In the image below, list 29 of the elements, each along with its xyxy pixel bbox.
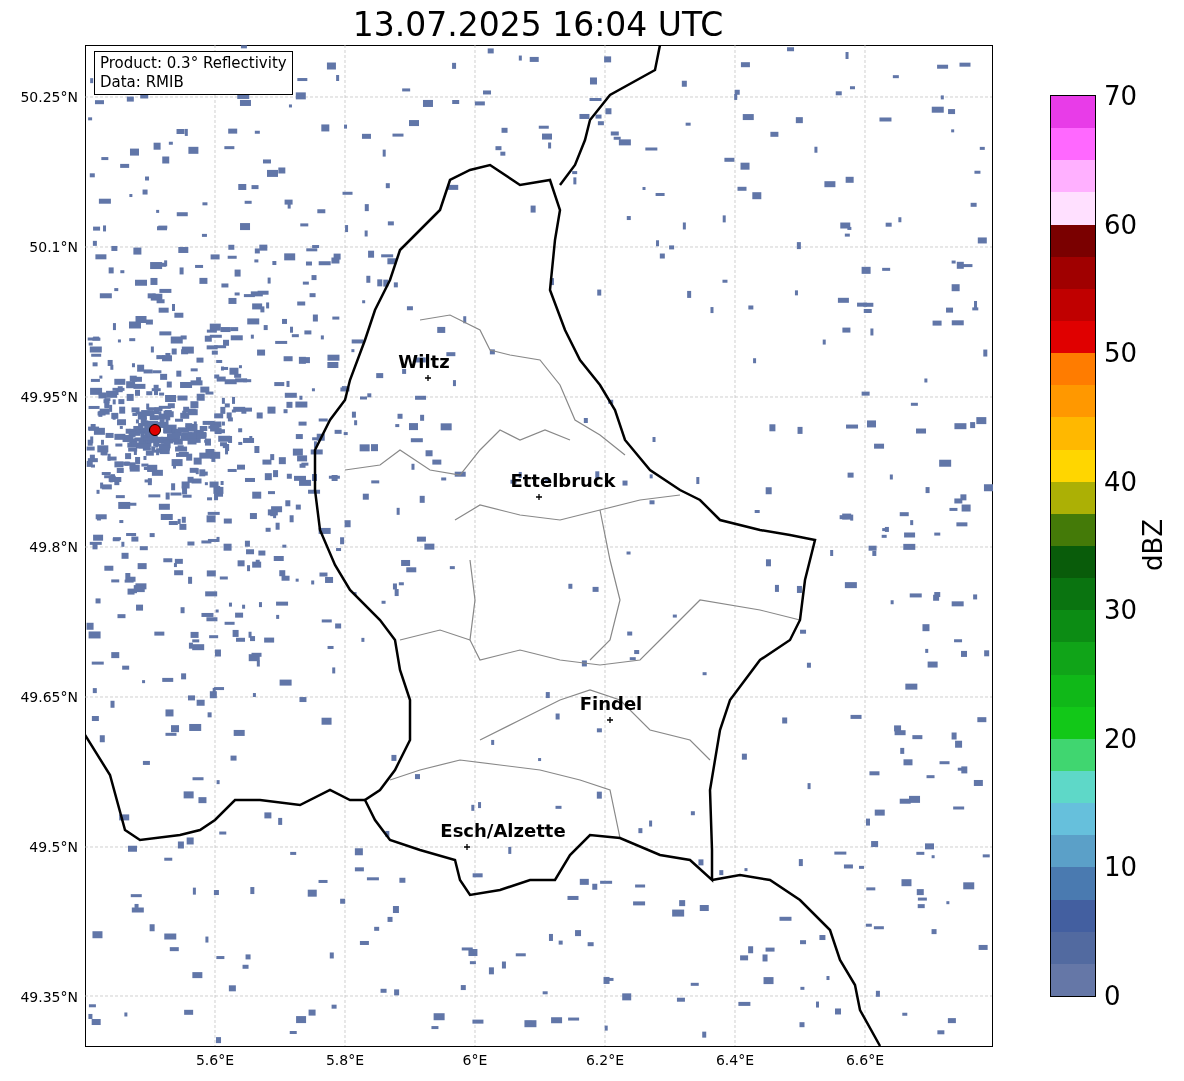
- city-label: Wiltz: [398, 352, 450, 372]
- colorbar-tick-label: 40: [1104, 466, 1138, 497]
- colorbar-label: dBZ: [1138, 518, 1169, 572]
- latitude-tick-label: 49.95°N: [20, 389, 78, 405]
- longitude-tick-label: 6.2°E: [585, 1052, 625, 1068]
- latitude-tick-label: 49.8°N: [29, 539, 78, 555]
- latitude-tick-label: 49.65°N: [20, 689, 78, 705]
- colorbar-tick-label: 50: [1104, 338, 1138, 369]
- colorbar-tick-label: 20: [1104, 723, 1138, 754]
- longitude-tick-label: 5.8°E: [325, 1052, 365, 1068]
- info-line: Product: 0.3° Reflectivity: [100, 54, 287, 73]
- latitude-tick-label: 50.1°N: [29, 239, 78, 255]
- colorbar-tick-label: 30: [1104, 595, 1138, 626]
- chart-title: 13.07.2025 16:04 UTC: [351, 4, 725, 46]
- longitude-tick-label: 6°E: [462, 1052, 488, 1068]
- latitude-tick-label: 49.35°N: [20, 989, 78, 1005]
- colorbar-tick-label: 10: [1104, 852, 1138, 883]
- city-label: Findel: [579, 694, 643, 714]
- longitude-tick-label: 6.4°E: [715, 1052, 755, 1068]
- latitude-tick-label: 49.5°N: [29, 839, 78, 855]
- colorbar-tick-label: 60: [1104, 209, 1138, 240]
- info-line: Data: RMIB: [100, 73, 185, 92]
- colorbar-tick-label: 70: [1104, 81, 1138, 111]
- city-label: Ettelbruck: [510, 471, 616, 491]
- colorbar-tick-label: 0: [1104, 981, 1121, 1011]
- latitude-tick-label: 50.25°N: [20, 89, 78, 105]
- longitude-tick-label: 5.6°E: [195, 1052, 235, 1068]
- longitude-tick-label: 6.6°E: [845, 1052, 885, 1068]
- city-label: Esch/Alzette: [440, 821, 566, 841]
